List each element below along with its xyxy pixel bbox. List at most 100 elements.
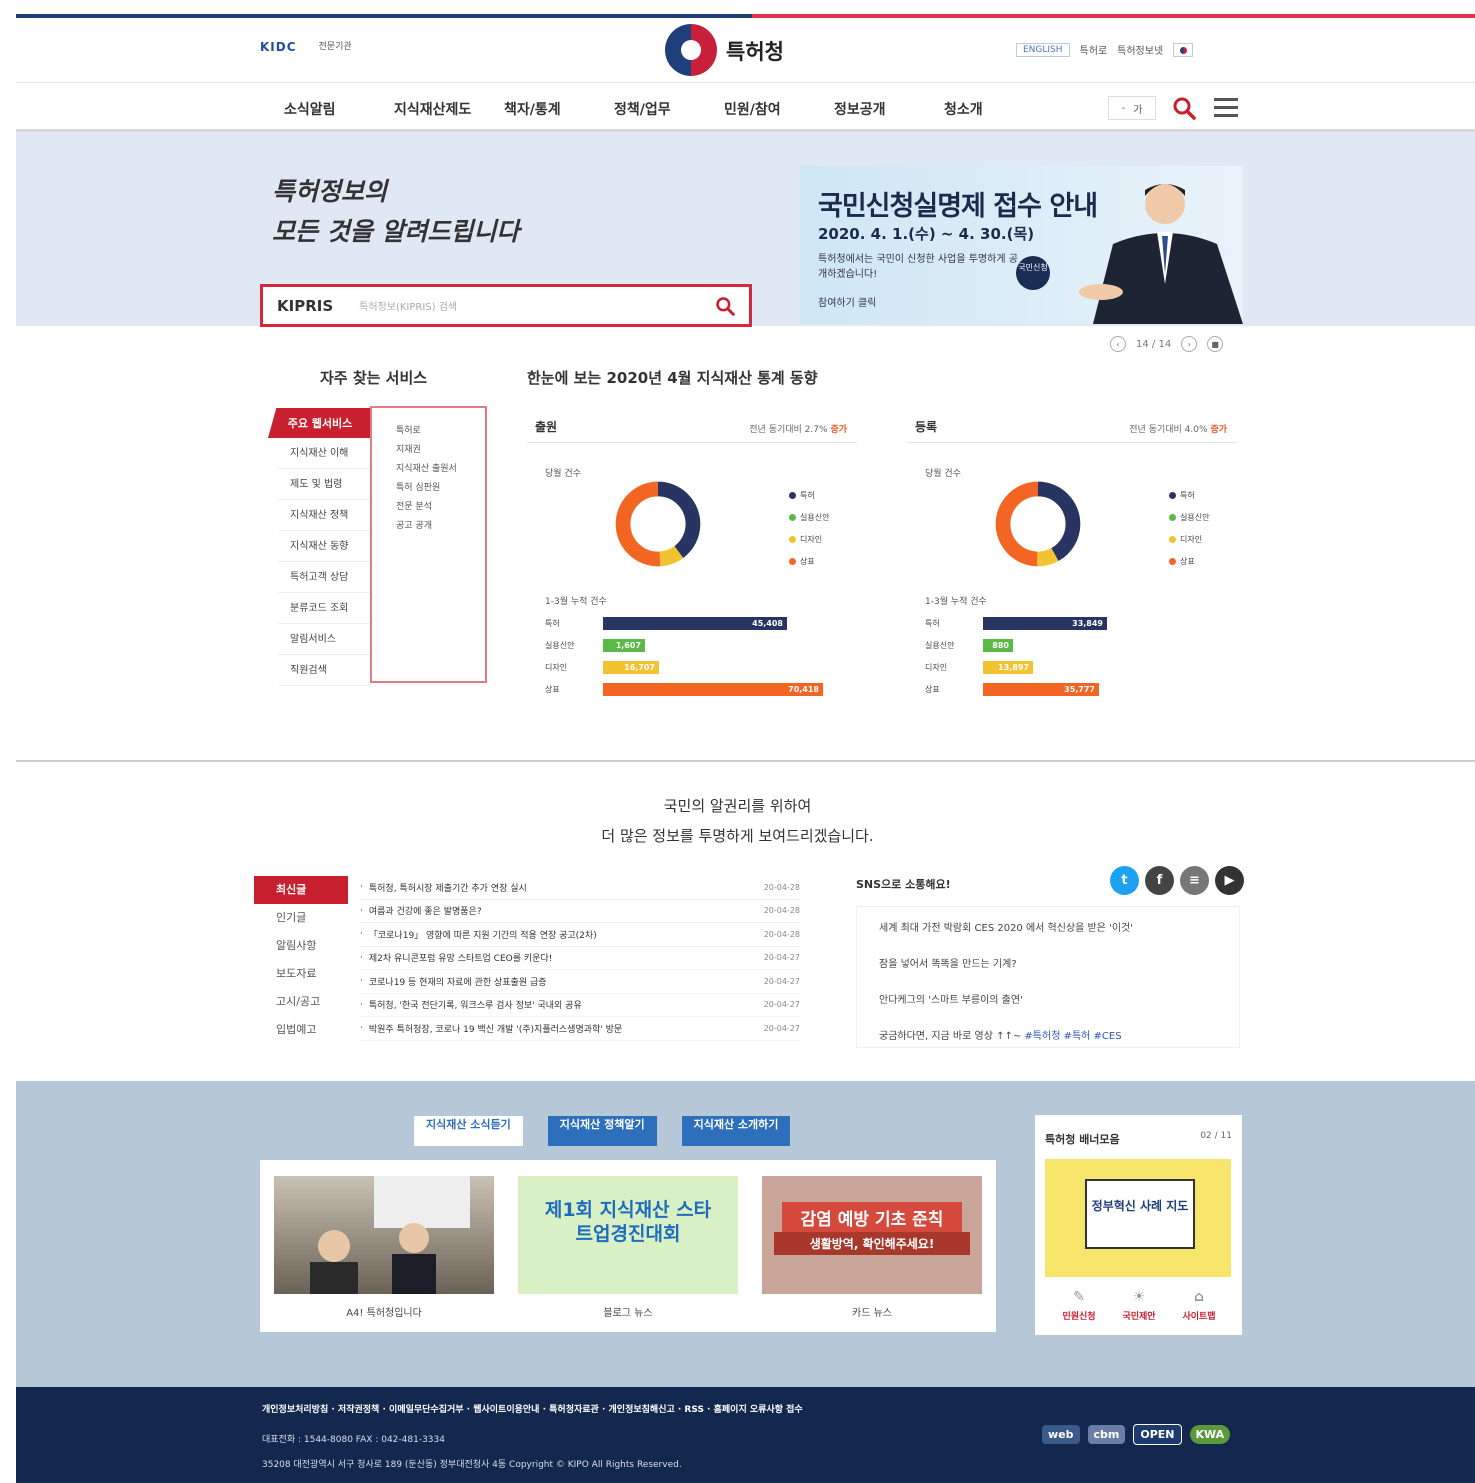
open-mark[interactable]: OPEN [1133, 1424, 1182, 1445]
legend-item: 특허 [789, 484, 829, 506]
service-sub-item[interactable]: 특허로 [396, 422, 485, 441]
sns-links: t f ≡ ▶ [1110, 866, 1244, 895]
main-banner[interactable]: 국민신청실명제 접수 안내 2020. 4. 1.(수) ~ 4. 30.(목)… [800, 166, 1243, 324]
promo-caption[interactable]: A4! 특허청입니다 [274, 1304, 494, 1319]
nav-item-civil[interactable]: 민원/참여 [724, 99, 834, 119]
nav-item-ip-system[interactable]: 지식재산제도 [394, 99, 504, 119]
banner-collection-image[interactable]: 정부혁신 사례 지도 [1045, 1159, 1231, 1277]
service-sub-item[interactable]: 지식재산 출원서 [396, 460, 485, 479]
english-link[interactable]: ENGLISH [1016, 42, 1070, 57]
list-item[interactable]: · 여름과 건강에 좋은 발명품은? 20-04-28 [360, 900, 800, 923]
menu-icon[interactable] [1214, 98, 1238, 118]
service-item[interactable]: 알림서비스 [278, 624, 370, 655]
font-increase-button[interactable]: 가 [1133, 101, 1142, 116]
hero-copy: 특허정보의 모든 것을 알려드립니다 [272, 172, 519, 252]
service-item[interactable]: 분류코드 조회 [278, 593, 370, 624]
sns-post[interactable]: 잠을 넣어서 똑똑을 만드는 기계? [879, 955, 1217, 991]
web-accessibility-mark[interactable]: web [1042, 1425, 1080, 1444]
list-item[interactable]: · 특허청, '한국 전단기록, 워크스루 검사 정보' 국내외 공유 20-04-… [360, 994, 800, 1017]
nav-item-about[interactable]: 청소개 [944, 99, 1054, 119]
quick-link[interactable]: ⌂ 사이트맵 [1169, 1289, 1229, 1322]
nav-item-books-stats[interactable]: 책자/통계 [504, 99, 614, 119]
list-item[interactable]: · 코로나19 등 현재의 자료에 관한 상표출원 급증 20-04-27 [360, 970, 800, 994]
tagline: 국민의 알권리를 위하여 더 많은 정보를 투명하게 보여드리겠습니다. [0, 791, 1475, 851]
bar-value: 16,707 [624, 662, 655, 672]
list-item[interactable]: · 제2차 유니콘포럼 유망 스타트업 CEO를 키운다! 20-04-27 [360, 947, 800, 970]
kipris-search-box[interactable]: KIPRIS 특허정보(KIPRIS) 검색 [260, 284, 752, 327]
header-divider [16, 82, 1475, 83]
tab-popular[interactable]: 인기글 [254, 904, 348, 932]
services-active-tab[interactable]: 주요 웹서비스 [268, 408, 372, 438]
font-decrease-button[interactable]: - [1122, 103, 1126, 114]
youtube-icon[interactable]: ▶ [1215, 866, 1244, 895]
tab-legislation[interactable]: 입법예고 [254, 1016, 348, 1044]
promo-cards: A4! 특허청입니다 제1회 지식재산 스타트업경진대회 블로그 뉴스 감염 예… [260, 1160, 996, 1332]
banner-pause-button[interactable]: ■ [1207, 336, 1224, 352]
promo-thumb-video[interactable] [274, 1176, 494, 1294]
list-item[interactable]: · 박원주 특허청장, 코로나 19 백신 개발 '(주)지플러스생명과학' 방문… [360, 1017, 800, 1041]
service-sub-item[interactable]: 전문 분석 [396, 498, 485, 517]
sns-post[interactable]: 세계 최대 가전 박람회 CES 2020 에서 혁신상을 받은 '이것' [879, 919, 1217, 955]
patent-ro-link[interactable]: 특허로 [1080, 42, 1108, 57]
sns-post[interactable]: 안다케그의 '스마트 부릉이의 출연' [879, 991, 1217, 1027]
certification-marks: web cbm OPEN KWA [1042, 1424, 1231, 1445]
government-emblem-icon[interactable] [665, 24, 717, 76]
service-sub-item[interactable]: 특허 심판원 [396, 479, 485, 498]
footer-links[interactable]: 개인정보처리방침 · 저작권정책 · 이메일무단수집거부 · 웹사이트이용안내 … [262, 1402, 803, 1415]
footer-info: 대표전화 : 1544-8080 FAX : 042-481-3334 3520… [262, 1428, 682, 1478]
facebook-icon[interactable]: f [1145, 866, 1174, 895]
service-item[interactable]: 지식재산 이해 [278, 438, 370, 469]
promo-caption[interactable]: 블로그 뉴스 [518, 1304, 738, 1319]
nav-item-policy[interactable]: 정책/업무 [614, 99, 724, 119]
promo-thumb-blog[interactable]: 제1회 지식재산 스타트업경진대회 [518, 1176, 738, 1294]
banner-collection-title: 특허청 배너모음 [1045, 1133, 1120, 1146]
main-navigation: 소식알림 지식재산제도 책자/통계 정책/업무 민원/참여 정보공개 청소개 [284, 99, 1054, 119]
banner-date: 2020. 4. 1.(수) ~ 4. 30.(목) [818, 225, 1035, 243]
legend-item: 디자인 [789, 528, 829, 550]
banner-prev-button[interactable]: ‹ [1110, 336, 1126, 352]
service-sub-item[interactable]: 공고 공개 [396, 517, 485, 536]
site-title[interactable]: 특허청 [726, 36, 784, 66]
stats-panel-application: 출원 전년 동기대비 2.7% 증가 당월 건수 특허 실용신안 디자인 상표 … [527, 404, 857, 696]
service-item[interactable]: 특허고객 상담 [278, 562, 370, 593]
twitter-icon[interactable]: t [1110, 866, 1139, 895]
service-item[interactable]: 지식재산 동향 [278, 531, 370, 562]
service-item[interactable]: 직원검색 [278, 655, 370, 686]
tab-ip-news[interactable]: 지식재산 소식듣기 [414, 1116, 523, 1146]
cbm-mark[interactable]: cbm [1087, 1425, 1126, 1444]
service-sub-item[interactable]: 지재권 [396, 441, 485, 460]
tab-notices[interactable]: 알림사항 [254, 932, 348, 960]
korean-flag-icon[interactable] [1173, 42, 1194, 57]
banner-next-button[interactable]: › [1181, 336, 1198, 352]
kidc-logo[interactable]: KIDC [260, 40, 297, 54]
nav-item-news[interactable]: 소식알림 [284, 99, 394, 119]
kipris-search-input[interactable]: 특허정보(KIPRIS) 검색 [359, 298, 715, 313]
services-title: 자주 찾는 서비스 [320, 369, 428, 387]
promo-caption[interactable]: 카드 뉴스 [762, 1304, 982, 1319]
kwa-mark[interactable]: KWA [1189, 1425, 1231, 1444]
tab-press[interactable]: 보도자료 [254, 960, 348, 988]
banner-link[interactable]: 참여하기 클릭 [818, 294, 876, 309]
kipris-search-icon[interactable] [715, 296, 735, 316]
sns-post[interactable]: 궁금하다면, 지금 바로 영상 ↑↑~ #특허청 #특허 #CES [879, 1027, 1217, 1063]
tab-latest[interactable]: 최신글 [254, 876, 348, 904]
list-item[interactable]: · 특허청, 특허시장 제출기간 추가 연장 실시 20-04-28 [360, 876, 800, 900]
banner-collection-pager[interactable]: 02 / 11 [1200, 1131, 1232, 1141]
list-item[interactable]: · 「코로나19」 영향에 따른 지원 기간의 적용 연장 공고(2차) 20-04… [360, 923, 800, 947]
promo-thumb-card[interactable]: 감염 예방 기초 준칙 생활방역, 확인해주세요! [762, 1176, 982, 1294]
quick-link[interactable]: ✎ 민원신청 [1049, 1289, 1109, 1322]
patent-info-link[interactable]: 특허정보넷 [1117, 42, 1163, 57]
nav-item-disclosure[interactable]: 정보공개 [834, 99, 944, 119]
agency-logo[interactable]: 전문기관 [319, 42, 352, 53]
search-icon[interactable] [1172, 96, 1196, 120]
quick-link[interactable]: ☀ 국민제안 [1109, 1289, 1169, 1322]
service-item[interactable]: 지식재산 정책 [278, 500, 370, 531]
tab-ip-policy[interactable]: 지식재산 정책알기 [547, 1116, 657, 1146]
blog-icon[interactable]: ≡ [1180, 866, 1209, 895]
tab-ip-intro[interactable]: 지식재산 소개하기 [681, 1116, 791, 1146]
service-item[interactable]: 제도 및 법령 [278, 469, 370, 500]
bar-row: 디자인 16,707 [545, 656, 845, 678]
tab-announcements[interactable]: 고시/공고 [254, 988, 348, 1016]
bar-chart: 특허 45,408 실용신안 1,607 디자인 16,707 상표 70,418 [545, 612, 845, 700]
donut-chart [615, 481, 701, 567]
